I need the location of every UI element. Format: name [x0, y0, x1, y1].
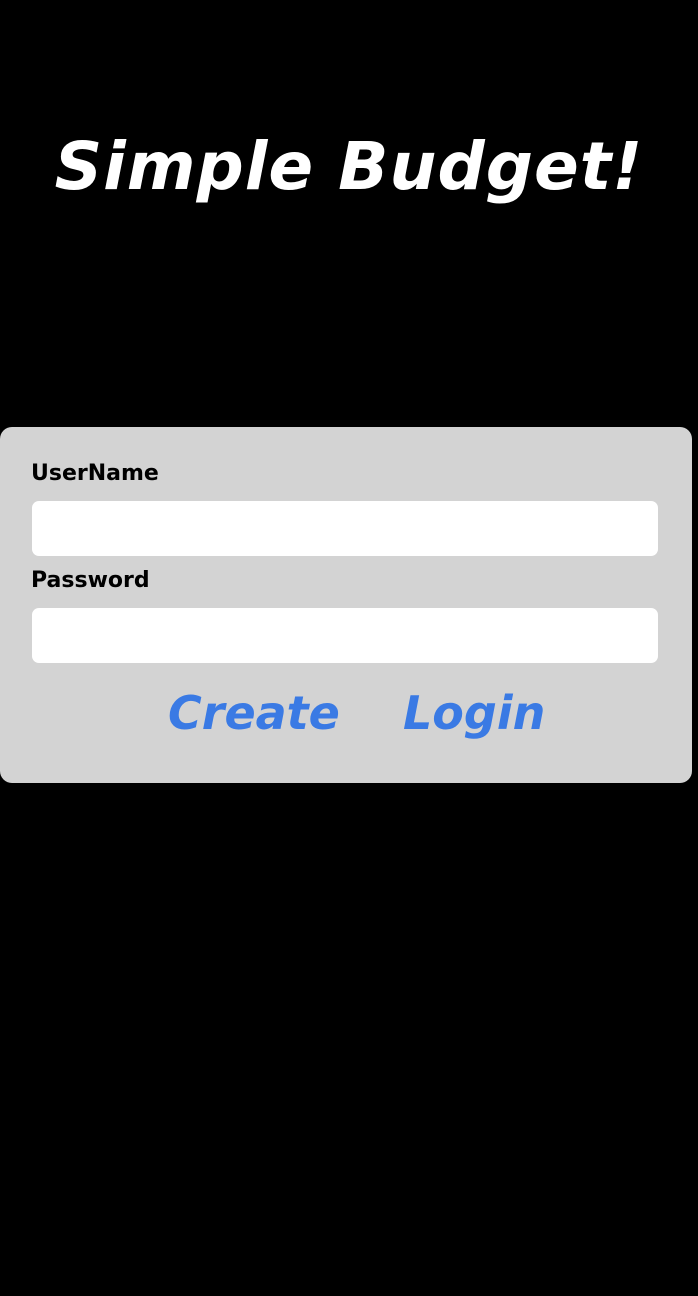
create-button[interactable]: Create: [168, 681, 340, 745]
password-label: Password: [31, 568, 150, 593]
app-title: Simple Budget!: [54, 128, 644, 205]
password-input[interactable]: [32, 608, 658, 663]
username-label: UserName: [31, 461, 159, 486]
login-panel: UserName Password Create Login: [0, 427, 692, 783]
username-input[interactable]: [32, 501, 658, 556]
login-button[interactable]: Login: [403, 681, 545, 745]
